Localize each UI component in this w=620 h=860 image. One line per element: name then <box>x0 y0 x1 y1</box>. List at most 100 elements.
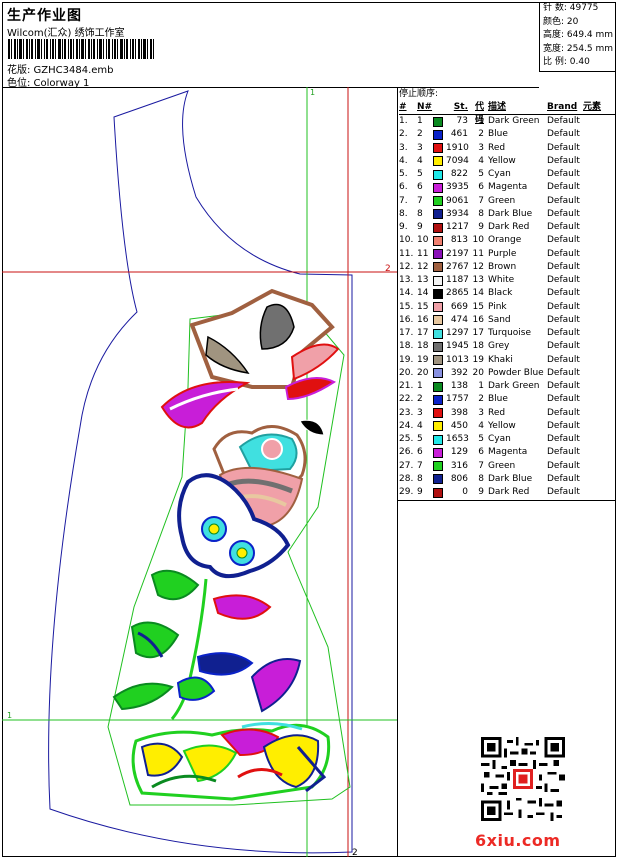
color-swatch-box <box>433 209 443 220</box>
table-row: 6. 6 3935 6 Magenta Default <box>399 181 616 194</box>
table-row: 11. 11 2197 11 Purple Default <box>399 248 616 261</box>
cell-no: 20 <box>417 367 429 378</box>
cell-desc: Turquoise <box>488 328 532 338</box>
cell-code: 8 <box>478 473 484 484</box>
cell-no: 8 <box>417 208 423 219</box>
cell-code: 11 <box>472 248 484 259</box>
table-row: 17. 17 1297 17 Turquoise Default <box>399 327 616 340</box>
cell-brand: Default <box>547 328 580 338</box>
color-swatch <box>433 248 446 261</box>
table-row: 24. 4 450 4 Yellow Default <box>399 420 616 433</box>
color-swatch <box>433 168 446 181</box>
color-swatch <box>433 128 446 141</box>
cell-code: 5 <box>478 169 484 179</box>
table-row: 22. 2 1757 2 Blue Default <box>399 393 616 406</box>
cell-desc: Dark Green <box>488 116 540 126</box>
cell-code: 8 <box>478 208 484 219</box>
cell-brand: Default <box>547 381 580 391</box>
color-swatch-box <box>433 288 443 299</box>
color-swatch <box>433 486 446 499</box>
cell-brand: Default <box>547 261 580 272</box>
cell-st: 1653 <box>446 434 469 444</box>
table-row: 7. 7 9061 7 Green Default <box>399 195 616 208</box>
cell-code: 4 <box>478 155 484 166</box>
cell-code: 19 <box>472 354 484 365</box>
cell-seq: 18. <box>399 341 414 352</box>
cell-code: 9 <box>478 487 484 497</box>
table-row: 10. 10 813 10 Orange Default <box>399 234 616 247</box>
col-header-swatch <box>433 101 446 114</box>
cell-code: 18 <box>472 341 484 352</box>
cell-brand: Default <box>547 275 580 285</box>
table-row: 28. 8 806 8 Dark Blue Default <box>399 473 616 486</box>
cell-no: 6 <box>417 182 423 193</box>
cell-seq: 20. <box>399 367 414 378</box>
color-swatch <box>433 261 446 274</box>
cell-no: 5 <box>417 434 423 444</box>
table-row: 18. 18 1945 18 Grey Default <box>399 340 616 353</box>
subtitle: Wilcom(汇众) 绣饰工作室 <box>7 28 125 39</box>
table-row: 5. 5 822 5 Cyan Default <box>399 168 616 181</box>
cell-brand: Default <box>547 182 580 193</box>
cell-brand: Default <box>547 235 580 246</box>
color-swatch-box <box>433 328 443 339</box>
color-swatch-box <box>433 447 443 458</box>
table-row: 9. 9 1217 9 Dark Red Default <box>399 221 616 234</box>
cell-brand: Default <box>547 248 580 259</box>
cell-st: 1013 <box>446 354 469 365</box>
cell-no: 19 <box>417 354 429 365</box>
cell-seq: 19. <box>399 354 414 365</box>
color-swatch-box <box>433 341 443 352</box>
cell-st: 1217 <box>446 222 469 232</box>
cell-no: 2 <box>417 129 423 140</box>
cell-desc: Magenta <box>488 182 528 193</box>
cell-brand: Default <box>547 129 580 140</box>
color-swatch-box <box>433 368 443 379</box>
color-swatch-box <box>433 235 443 246</box>
cell-no: 1 <box>417 381 423 391</box>
col-header-code: 代码 <box>474 102 484 125</box>
cell-seq: 17. <box>399 328 414 338</box>
cell-brand: Default <box>547 407 580 418</box>
cell-no: 16 <box>417 314 429 325</box>
cell-st: 7094 <box>446 155 469 166</box>
table-row: 27. 7 316 7 Green Default <box>399 460 616 473</box>
cell-code: 6 <box>478 447 484 458</box>
cell-st: 0 <box>462 487 468 497</box>
color-swatch-box <box>433 355 443 366</box>
cell-st: 461 <box>450 129 468 140</box>
cell-st: 813 <box>450 235 468 246</box>
cell-code: 16 <box>472 314 484 325</box>
table-row: 19. 19 1013 19 Khaki Default <box>399 354 616 367</box>
color-swatch <box>433 407 446 420</box>
cell-no: 3 <box>417 407 423 418</box>
color-swatch-box <box>433 182 443 193</box>
embroidery-design-preview[interactable]: 1 2 1 2 <box>2 87 397 857</box>
cell-brand: Default <box>547 222 580 232</box>
cell-desc: Green <box>488 460 516 471</box>
cell-desc: Dark Blue <box>488 473 533 484</box>
cell-no: 12 <box>417 261 429 272</box>
cell-desc: Black <box>488 288 513 299</box>
cell-desc: Brown <box>488 261 517 272</box>
cell-brand: Default <box>547 434 580 444</box>
table-header: # N# St. 代码 描述 Brand 元素 <box>399 101 616 125</box>
cell-st: 73 <box>456 116 468 126</box>
guide-v2-label: 2 <box>352 848 358 857</box>
cell-desc: Pink <box>488 301 507 312</box>
color-swatch-box <box>433 129 443 140</box>
cell-code: 17 <box>472 328 484 338</box>
cell-seq: 11. <box>399 248 414 259</box>
table-row: 14. 14 2865 14 Black Default <box>399 287 616 300</box>
stop-sequence-title: 停止顺序: <box>399 89 439 99</box>
cell-brand: Default <box>547 208 580 219</box>
cell-seq: 4. <box>399 155 408 166</box>
cell-seq: 28. <box>399 473 414 484</box>
cell-no: 2 <box>417 394 423 405</box>
cell-st: 669 <box>450 301 468 312</box>
header-panel: 生产作业图 Wilcom(汇众) 绣饰工作室 花版: GZHC3484.emb … <box>2 2 539 89</box>
color-swatch-box <box>433 381 443 392</box>
table-row: 15. 15 669 15 Pink Default <box>399 301 616 314</box>
cell-code: 13 <box>472 275 484 285</box>
table-row: 13. 13 1187 13 White Default <box>399 274 616 287</box>
